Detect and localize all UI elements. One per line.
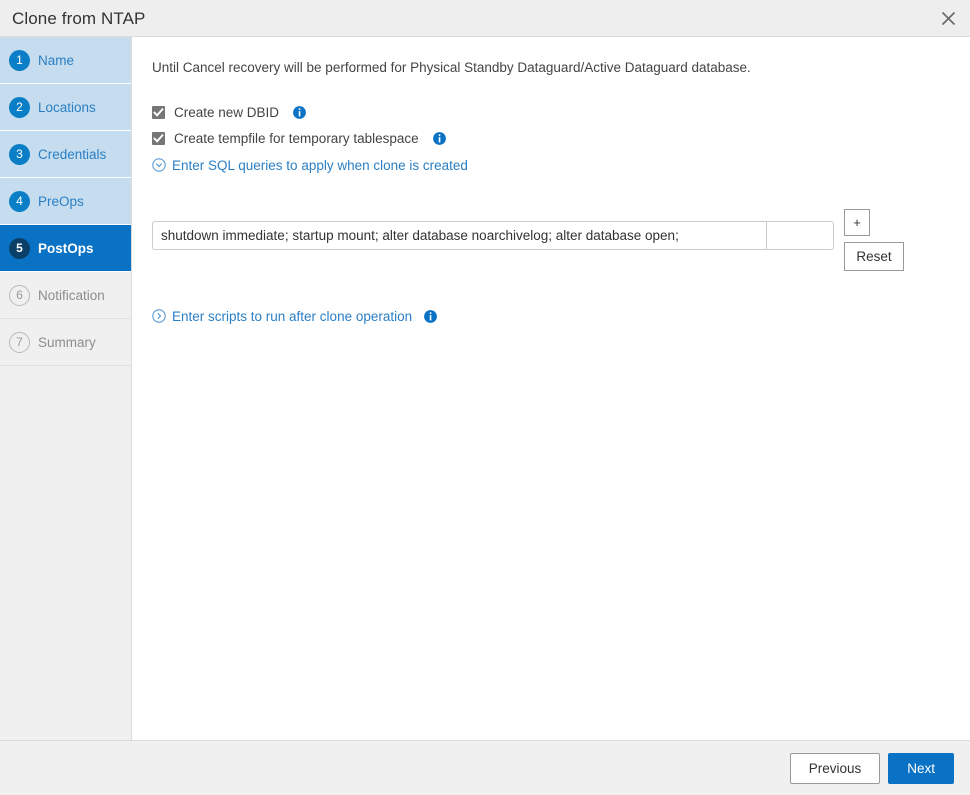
create-tempfile-checkbox[interactable] <box>152 131 165 145</box>
step-number: 7 <box>9 331 30 353</box>
sidebar-step-credentials[interactable]: 3 Credentials <box>0 131 131 178</box>
sidebar-step-preops[interactable]: 4 PreOps <box>0 178 131 225</box>
step-label: Credentials <box>38 146 107 162</box>
dialog-body: 1 Name 2 Locations 3 Credentials 4 PreOp… <box>0 37 970 740</box>
info-icon[interactable] <box>293 105 306 119</box>
previous-button[interactable]: Previous <box>789 752 881 784</box>
sidebar-step-name[interactable]: 1 Name <box>0 37 131 84</box>
create-new-dbid-checkbox[interactable] <box>152 105 165 119</box>
chevron-down-circle-icon <box>152 158 166 172</box>
dialog-title: Clone from NTAP <box>12 8 146 28</box>
sidebar-step-notification[interactable]: 6 Notification <box>0 272 131 319</box>
step-label: Notification <box>38 287 105 303</box>
sql-queries-toggle-label: Enter SQL queries to apply when clone is… <box>172 157 468 173</box>
recovery-info-text: Until Cancel recovery will be performed … <box>152 60 751 75</box>
step-label: PostOps <box>38 240 94 256</box>
step-label: Summary <box>38 334 96 350</box>
sidebar-step-postops[interactable]: 5 PostOps <box>0 225 131 272</box>
step-label: Name <box>38 52 75 68</box>
step-number: 3 <box>9 143 30 165</box>
step-number: 6 <box>9 284 30 306</box>
info-icon[interactable] <box>424 309 438 323</box>
chevron-right-circle-icon <box>152 309 166 323</box>
add-sql-query-button[interactable]: + <box>844 208 870 236</box>
step-number: 1 <box>9 49 30 71</box>
step-number: 4 <box>9 190 30 212</box>
sidebar-step-locations[interactable]: 2 Locations <box>0 84 131 131</box>
sql-query-input[interactable] <box>153 221 766 249</box>
close-icon[interactable] <box>926 0 970 37</box>
create-tempfile-label: Create tempfile for temporary tablespace <box>174 130 419 146</box>
step-label: Locations <box>38 99 96 115</box>
dialog-titlebar: Clone from NTAP <box>0 0 970 37</box>
step-number: 5 <box>9 237 30 259</box>
wizard-step-sidebar: 1 Name 2 Locations 3 Credentials 4 PreOp… <box>0 37 132 740</box>
reset-sql-query-button[interactable]: Reset <box>844 241 904 271</box>
clone-wizard-dialog: Clone from NTAP 1 Name 2 Locations 3 Cre… <box>0 0 970 795</box>
next-button[interactable]: Next <box>888 752 954 784</box>
info-icon[interactable] <box>432 131 446 145</box>
step-number: 2 <box>9 96 30 118</box>
create-tempfile-row: Create tempfile for temporary tablespace <box>152 129 970 148</box>
create-new-dbid-row: Create new DBID <box>152 103 970 122</box>
dialog-footer: Previous Next <box>0 740 970 795</box>
sql-queries-section-toggle[interactable]: Enter SQL queries to apply when clone is… <box>152 158 970 173</box>
step-label: PreOps <box>38 193 84 209</box>
post-clone-scripts-section-toggle[interactable]: Enter scripts to run after clone operati… <box>152 309 970 324</box>
postops-panel: Until Cancel recovery will be performed … <box>132 37 970 740</box>
create-new-dbid-label: Create new DBID <box>174 104 280 120</box>
sidebar-step-summary[interactable]: 7 Summary <box>0 319 131 366</box>
sidebar-filler <box>0 366 131 740</box>
post-clone-scripts-toggle-label: Enter scripts to run after clone operati… <box>172 308 413 324</box>
sql-query-row: + Reset <box>152 208 904 279</box>
sql-query-secondary-input[interactable] <box>766 221 833 249</box>
sql-query-field-group <box>152 220 834 250</box>
